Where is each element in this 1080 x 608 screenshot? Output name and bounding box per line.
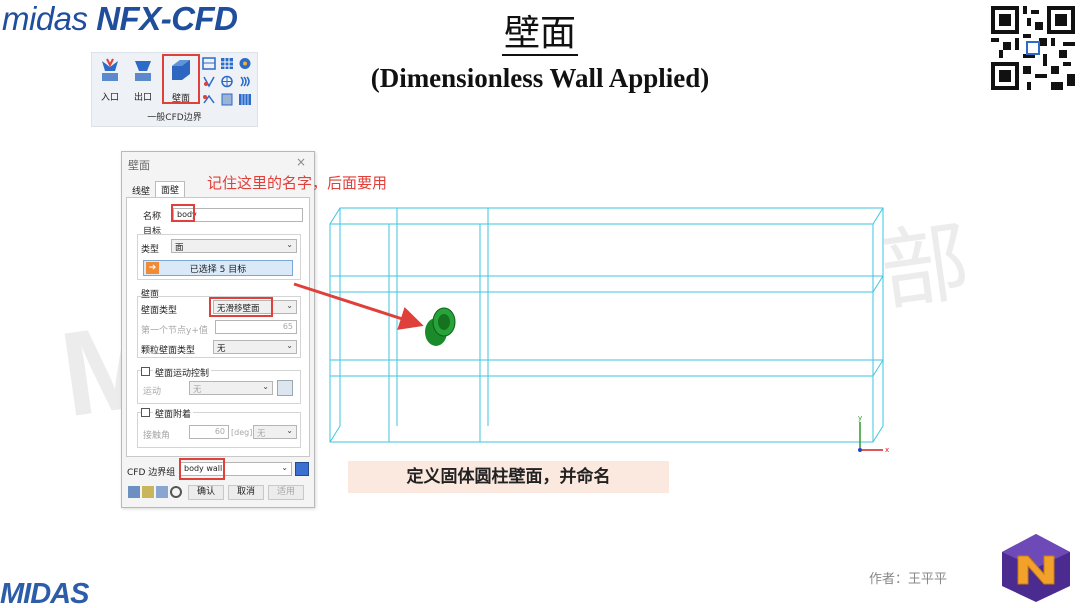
model-viewport[interactable]: y x: [320, 200, 890, 460]
type-select[interactable]: 面 ⌄: [171, 239, 297, 253]
attach-check-label: 壁面附着: [153, 407, 194, 420]
chevron-down-icon: ⌄: [286, 240, 293, 249]
contact-angle-select[interactable]: 无 ⌄: [253, 425, 297, 439]
axis-triad-icon: y x: [858, 414, 889, 454]
periodic-icon[interactable]: [202, 93, 216, 106]
boundary-group-add-icon[interactable]: [295, 462, 309, 476]
film-icon[interactable]: [238, 93, 252, 106]
author-label: 作者：王平平: [869, 572, 948, 587]
ribbon-group-label: 一般CFD边界: [147, 113, 202, 123]
axis-y-label: y: [858, 414, 862, 422]
axis-x-label: x: [885, 446, 889, 454]
porous-icon[interactable]: [220, 93, 234, 106]
type-label: 类型: [141, 245, 160, 255]
page-subtitle: (Dimensionless Wall Applied): [370, 63, 710, 93]
contact-angle-label: 接触角: [143, 431, 171, 441]
contact-angle-input[interactable]: 60: [189, 425, 229, 439]
chevron-down-icon: ⌄: [286, 341, 293, 350]
particle-select[interactable]: 无 ⌄: [213, 340, 297, 354]
n-logo-icon: [1002, 534, 1070, 602]
boundary-group-label: CFD 边界组: [127, 468, 176, 478]
ok-button[interactable]: 确认: [188, 485, 224, 500]
first-node-input[interactable]: 65: [215, 320, 297, 334]
name-label: 名称: [143, 212, 162, 222]
annotation-arrow: [293, 282, 424, 330]
motion-settings-icon[interactable]: [277, 380, 293, 396]
first-node-label: 第一个节点y+值: [141, 326, 208, 336]
dialog-panel: 名称 body 目标 类型 面 ⌄ ➔ 已选择 5 目标 壁面 壁面类型 无滑移壁…: [126, 197, 310, 457]
motion-check-label: 壁面运动控制: [153, 366, 212, 379]
wall-type-highlight: [209, 297, 273, 317]
name-highlight: [171, 204, 195, 222]
wall-dialog: 壁面 × 线壁 面壁 名称 body 目标 类型 面 ⌄ ➔ 已选择 5 目标 壁…: [121, 151, 315, 508]
table-icon[interactable]: [128, 486, 140, 498]
motion-checkbox[interactable]: [141, 367, 150, 376]
search-icon[interactable]: [170, 486, 182, 498]
select-targets-button[interactable]: ➔ 已选择 5 目标: [143, 260, 293, 276]
wall-type-label: 壁面类型: [141, 306, 178, 316]
copy-icon[interactable]: [142, 486, 154, 498]
dialog-title: 壁面: [128, 159, 150, 172]
tab-line-wall[interactable]: 线壁: [127, 183, 155, 198]
apply-button[interactable]: 适用: [268, 485, 304, 500]
qr-code-icon: [991, 6, 1075, 90]
chevron-down-icon: ⌄: [281, 463, 288, 472]
boundary-group-highlight: [179, 458, 225, 480]
particle-label: 颗粒壁面类型: [141, 346, 196, 356]
chevron-down-icon: ⌄: [262, 382, 269, 391]
chevron-down-icon: ⌄: [286, 426, 293, 435]
close-icon[interactable]: ×: [296, 155, 306, 169]
annotation-note: 记住这里的名字，后面要用: [207, 174, 388, 192]
wizard-icon[interactable]: [156, 486, 168, 498]
contact-angle-unit: [deg]: [231, 428, 253, 437]
attach-checkbox[interactable]: [141, 408, 150, 417]
caption-box: 定义固体圆柱壁面，并命名: [348, 461, 669, 493]
motion-label: 运动: [143, 387, 162, 397]
midas-logo: MIDAS: [0, 578, 89, 608]
page-title: 壁面: [501, 13, 578, 56]
cancel-button[interactable]: 取消: [228, 485, 264, 500]
tab-face-wall[interactable]: 面壁: [155, 181, 186, 198]
motion-select[interactable]: 无 ⌄: [189, 381, 273, 395]
